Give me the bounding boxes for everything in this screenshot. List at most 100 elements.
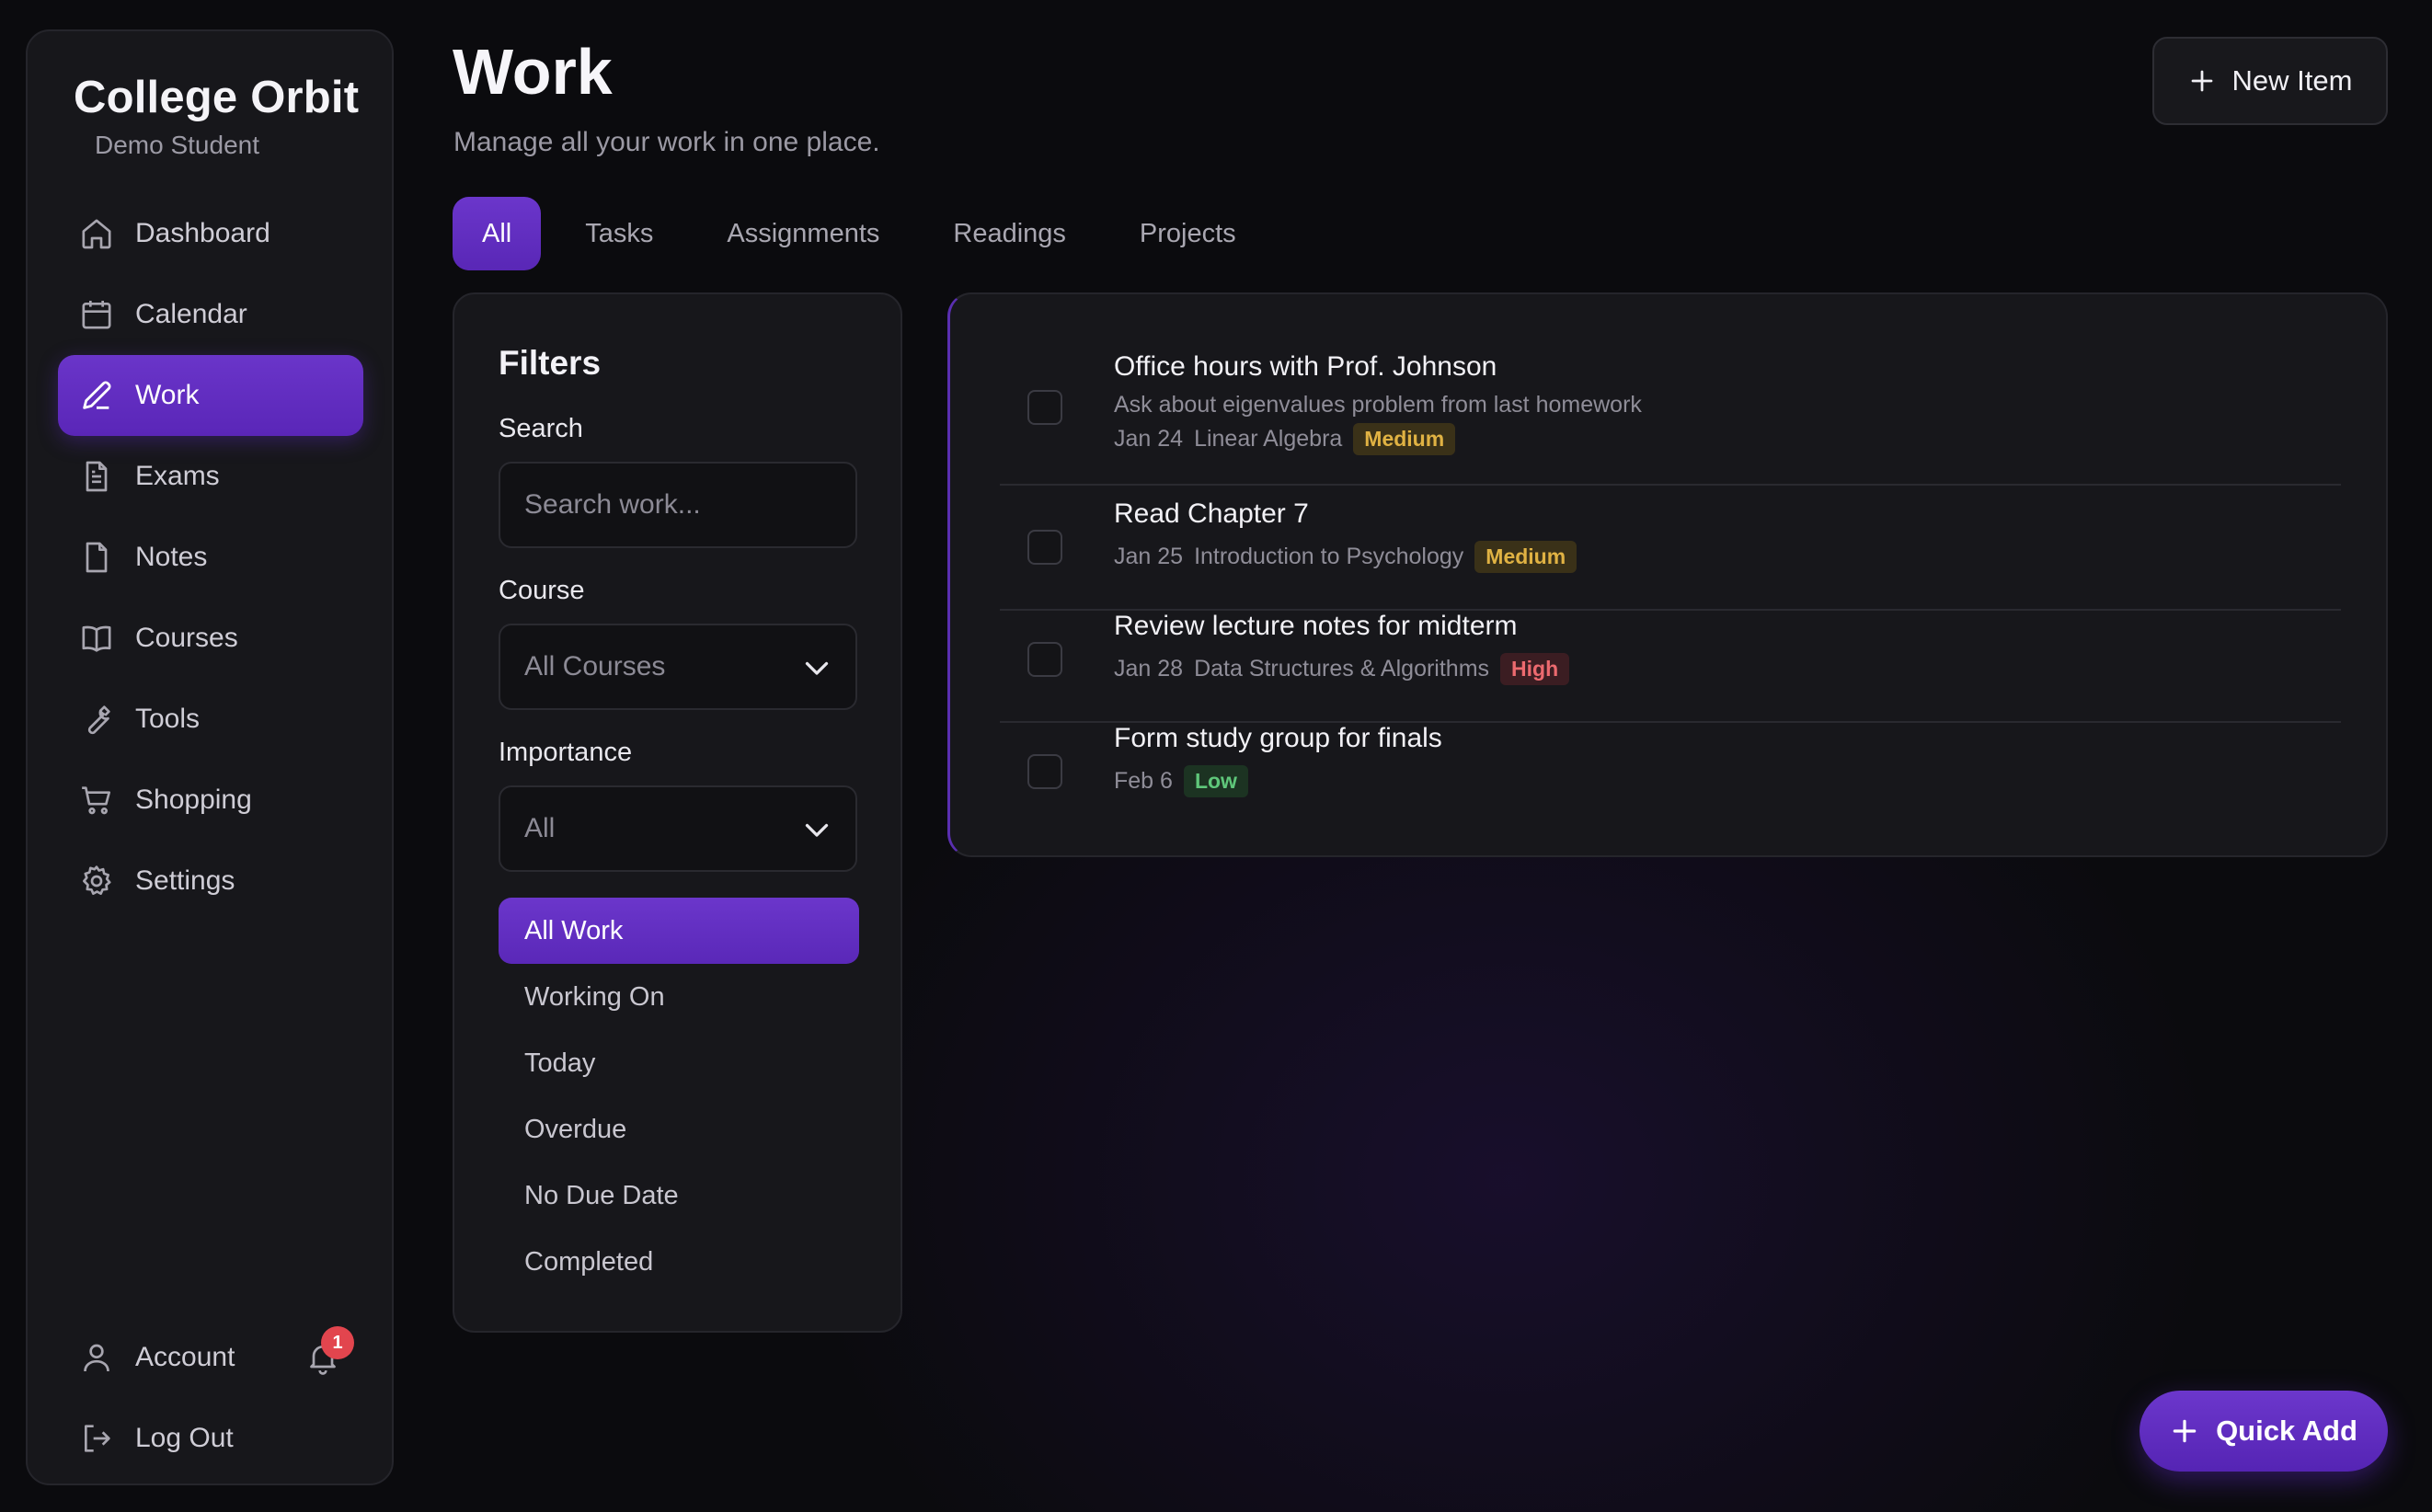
sidebar-item-label: Notes [135, 542, 208, 572]
sidebar-item-label: Log Out [135, 1423, 234, 1453]
calendar-icon [78, 296, 115, 333]
tab-assignments[interactable]: Assignments [697, 197, 909, 270]
course-select-value: All Courses [524, 651, 666, 682]
priority-badge: Medium [1474, 541, 1577, 573]
tab-all[interactable]: All [453, 197, 542, 270]
item-date: Jan 25 [1114, 544, 1184, 569]
sidebar-footer: Account 1 Log Out [58, 1317, 363, 1479]
cart-icon [78, 782, 115, 819]
priority-badge: Low [1183, 765, 1248, 797]
plus-icon [2188, 67, 2216, 95]
status-today[interactable]: Today [499, 1030, 859, 1096]
book-icon [78, 620, 115, 657]
sidebar-item-label: Account [135, 1342, 235, 1372]
course-label: Course [499, 576, 585, 605]
complete-checkbox[interactable] [1027, 390, 1062, 425]
list-item[interactable]: Read Chapter 7 Jan 25 Introduction to Ps… [1000, 498, 2341, 611]
priority-badge: Medium [1353, 423, 1456, 455]
user-name: Demo Student [95, 131, 259, 159]
sidebar-item-tools[interactable]: Tools [58, 679, 363, 760]
tab-readings[interactable]: Readings [923, 197, 1096, 270]
app-title: College Orbit [74, 73, 360, 122]
tab-projects[interactable]: Projects [1110, 197, 1266, 270]
sidebar-item-account[interactable]: Account 1 [58, 1317, 363, 1398]
notification-badge: 1 [321, 1326, 354, 1359]
status-working-on[interactable]: Working On [499, 964, 859, 1030]
tab-tasks[interactable]: Tasks [556, 197, 683, 270]
complete-checkbox[interactable] [1027, 530, 1062, 565]
bell-icon[interactable]: 1 [304, 1326, 354, 1376]
chevron-down-icon [800, 813, 833, 846]
work-list: Office hours with Prof. Johnson Ask abou… [947, 292, 2388, 857]
sidebar-item-label: Settings [135, 865, 235, 896]
logout-icon [78, 1420, 115, 1457]
item-title: Read Chapter 7 [1114, 498, 1309, 529]
list-item[interactable]: Review lecture notes for midterm Jan 28 … [1000, 611, 2341, 723]
item-title: Form study group for finals [1114, 723, 1442, 753]
status-overdue[interactable]: Overdue [499, 1096, 859, 1163]
quick-add-label: Quick Add [2216, 1415, 2357, 1447]
new-item-button[interactable]: New Item [2152, 37, 2388, 125]
status-filter-list: All Work Working On Today Overdue No Due… [499, 898, 859, 1295]
item-course: Data Structures & Algorithms [1194, 656, 1490, 682]
wrench-icon [78, 701, 115, 738]
brand: College Orbit Demo Student [74, 72, 359, 160]
home-icon [78, 215, 115, 252]
pencil-icon [78, 377, 115, 414]
sidebar-nav: Dashboard Calendar Work Exams Notes Cour… [58, 193, 363, 922]
gear-icon [78, 863, 115, 899]
sidebar-item-notes[interactable]: Notes [58, 517, 363, 598]
priority-badge: High [1500, 653, 1570, 685]
sidebar-item-label: Work [135, 380, 200, 410]
page-subtitle: Manage all your work in one place. [453, 127, 880, 157]
item-date: Jan 24 [1114, 426, 1184, 452]
course-select[interactable]: All Courses [499, 624, 857, 710]
item-course: Introduction to Psychology [1194, 544, 1464, 569]
file-icon [78, 539, 115, 576]
new-item-label: New Item [2231, 64, 2353, 97]
quick-add-button[interactable]: Quick Add [2139, 1391, 2388, 1472]
status-all-work[interactable]: All Work [499, 898, 859, 964]
work-tabs: All Tasks Assignments Readings Projects [453, 197, 1280, 270]
chevron-down-icon [800, 651, 833, 684]
sidebar-item-label: Calendar [135, 299, 247, 329]
sidebar-item-calendar[interactable]: Calendar [58, 274, 363, 355]
importance-select[interactable]: All [499, 785, 857, 872]
filters-title: Filters [499, 344, 602, 382]
list-item[interactable]: Office hours with Prof. Johnson Ask abou… [1000, 351, 2341, 486]
sidebar-item-label: Shopping [135, 785, 252, 815]
importance-select-value: All [524, 813, 556, 843]
sidebar-item-label: Courses [135, 623, 238, 653]
sidebar-item-settings[interactable]: Settings [58, 841, 363, 922]
search-placeholder: Search work... [524, 489, 701, 520]
document-icon [78, 458, 115, 495]
item-course: Linear Algebra [1194, 426, 1343, 452]
list-item[interactable]: Form study group for finals Feb 6 Low [1000, 723, 2341, 815]
status-no-due-date[interactable]: No Due Date [499, 1163, 859, 1229]
complete-checkbox[interactable] [1027, 754, 1062, 789]
sidebar-item-exams[interactable]: Exams [58, 436, 363, 517]
sidebar-item-shopping[interactable]: Shopping [58, 760, 363, 841]
sidebar-item-label: Tools [135, 704, 201, 734]
sidebar-item-label: Exams [135, 461, 220, 491]
item-date: Jan 28 [1114, 656, 1184, 682]
user-icon [78, 1339, 115, 1376]
sidebar-item-label: Dashboard [135, 218, 270, 248]
sidebar-item-logout[interactable]: Log Out [58, 1398, 363, 1479]
item-meta: Jan 28 Data Structures & Algorithms High [1114, 653, 1570, 685]
status-completed[interactable]: Completed [499, 1229, 859, 1295]
sidebar-item-courses[interactable]: Courses [58, 598, 363, 679]
sidebar-item-work[interactable]: Work [58, 355, 363, 436]
item-meta: Feb 6 Low [1114, 765, 1248, 797]
item-title: Review lecture notes for midterm [1114, 611, 1518, 641]
item-meta: Jan 25 Introduction to Psychology Medium [1114, 541, 1577, 573]
complete-checkbox[interactable] [1027, 642, 1062, 677]
search-label: Search [499, 414, 583, 443]
importance-label: Importance [499, 738, 633, 767]
plus-icon [2170, 1416, 2199, 1446]
item-meta: Jan 24 Linear Algebra Medium [1114, 423, 1456, 455]
sidebar: College Orbit Demo Student Dashboard Cal… [26, 29, 394, 1485]
page-title: Work [453, 36, 613, 108]
search-input[interactable]: Search work... [499, 462, 857, 548]
sidebar-item-dashboard[interactable]: Dashboard [58, 193, 363, 274]
